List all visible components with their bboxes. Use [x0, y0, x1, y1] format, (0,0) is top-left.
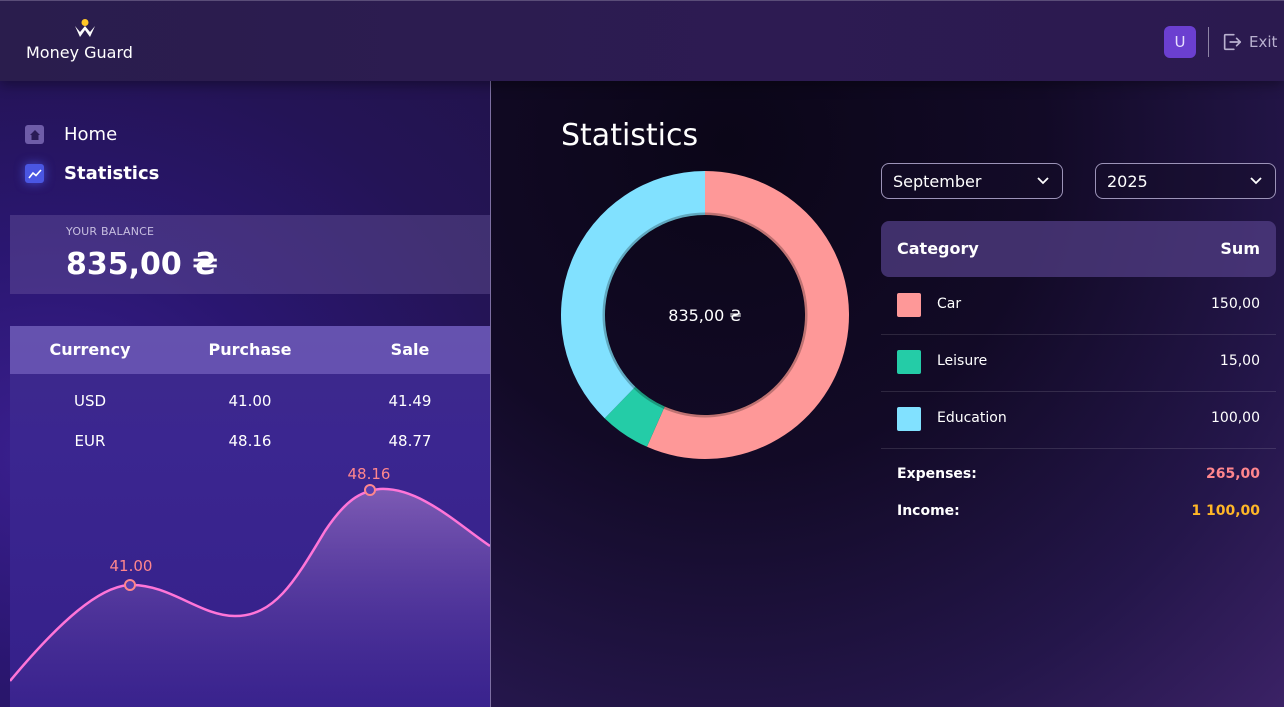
expenses-value: 265,00	[1205, 466, 1260, 482]
income-value: 1 100,00	[1191, 503, 1260, 519]
graph-area	[10, 488, 490, 707]
category-table-header: Category Sum	[881, 221, 1276, 277]
graph-label-eur: 48.16	[348, 465, 391, 483]
year-select[interactable]: 2025	[1095, 163, 1276, 199]
currency-graph: 41.00 48.16	[10, 465, 490, 707]
balance-card: YOUR BALANCE 835,00 ₴	[10, 215, 490, 294]
graph-point-usd	[124, 579, 136, 591]
category-name: Education	[937, 410, 1007, 426]
nav-statistics-label: Statistics	[64, 163, 160, 184]
header-divider	[1208, 27, 1209, 57]
category-row-leisure: Leisure 15,00	[881, 334, 1276, 392]
graph-label-usd: 41.00	[110, 557, 153, 575]
chevron-down-icon	[1250, 177, 1262, 185]
app-header: Money Guard U Exit	[0, 0, 1284, 81]
category-color-swatch	[897, 293, 921, 317]
month-select[interactable]: September	[881, 163, 1063, 199]
header-category: Category	[897, 239, 979, 258]
statistics-panel: Statistics 835,00 ₴ September 2025 Categ…	[491, 80, 1284, 707]
app-name: Money Guard	[26, 43, 133, 62]
user-avatar[interactable]: U	[1164, 26, 1196, 58]
graph-point-eur	[364, 484, 376, 496]
nav-statistics[interactable]: Statistics	[25, 163, 159, 184]
header-purchase: Purchase	[208, 340, 292, 359]
exit-label: Exit	[1249, 33, 1278, 51]
category-name: Leisure	[937, 353, 988, 369]
currency-table-header: Currency Purchase Sale	[10, 326, 490, 374]
home-icon	[25, 125, 44, 144]
expenses-label: Expenses:	[897, 466, 977, 482]
chart-line-icon	[25, 164, 44, 183]
category-name: Car	[937, 296, 962, 312]
category-row-car: Car 150,00	[881, 277, 1276, 335]
balance-value: 835,00 ₴	[66, 247, 218, 282]
category-sum: 15,00	[1219, 353, 1260, 369]
header-currency: Currency	[49, 340, 131, 359]
page-title: Statistics	[561, 118, 699, 153]
sidebar: Home Statistics YOUR BALANCE 835,00 ₴ Cu…	[0, 80, 491, 707]
header-sale: Sale	[390, 340, 430, 359]
category-sum: 100,00	[1211, 410, 1260, 426]
currency-table: Currency Purchase Sale USD 41.00 41.49 E…	[10, 326, 490, 707]
month-select-value: September	[893, 172, 982, 191]
exit-icon	[1223, 33, 1242, 51]
header-sum: Sum	[1220, 239, 1260, 258]
balance-label: YOUR BALANCE	[66, 225, 155, 238]
nav-home-label: Home	[64, 124, 118, 145]
category-sum: 150,00	[1211, 296, 1260, 312]
donut-total: 835,00 ₴	[668, 305, 742, 325]
income-label: Income:	[897, 503, 960, 519]
exit-button[interactable]: Exit	[1221, 31, 1277, 53]
category-color-swatch	[897, 350, 921, 374]
logo-icon	[75, 19, 95, 37]
chevron-down-icon	[1037, 177, 1049, 185]
nav-home[interactable]: Home	[25, 124, 117, 145]
category-row-education: Education 100,00	[881, 391, 1276, 449]
year-select-value: 2025	[1107, 172, 1148, 191]
category-color-swatch	[897, 407, 921, 431]
